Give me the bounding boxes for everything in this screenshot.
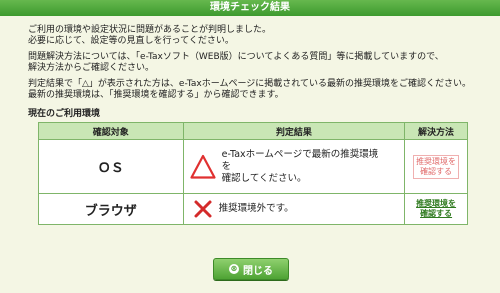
row-result-text-os: e-Taxホームページで最新の推奨環境 を 確認してください。 — [221, 148, 379, 184]
header-solution: 解決方法 — [404, 122, 468, 140]
header-result: 判定結果 — [182, 122, 406, 140]
dialog-title: 環境チェック結果 — [0, 0, 500, 16]
row-result-text-browser: 推奨環境外です。 — [218, 203, 294, 214]
check-recommended-button-os: 推奨環境を 確認する — [413, 154, 460, 179]
row-result-os: e-Taxホームページで最新の推奨環境 を 確認してください。 — [182, 139, 406, 194]
table-header-row: 確認対象 判定結果 解決方法 — [38, 122, 468, 140]
section-heading: 現在のご利用環境 — [28, 109, 101, 119]
message-line-3: 問題解決方法については、「e-Taxソフト（WEB版）についてよくある質問」等に… — [28, 52, 444, 62]
row-target-browser: ブラウザ — [38, 193, 184, 225]
message-line-1: ご利用の環境や設定状況に問題があることが判明しました。 — [28, 25, 272, 35]
close-button-label: 閉じる — [243, 265, 273, 277]
environment-table: 確認対象 判定結果 解決方法 ＯＳ e-Taxホームページで最新の推奨環境 を … — [38, 122, 468, 225]
close-icon: ⊗ — [229, 264, 239, 274]
row-target-os: ＯＳ — [38, 139, 184, 194]
check-recommended-link-browser[interactable]: 推奨環境を 確認する — [416, 199, 456, 218]
message-line-4: 解決方法からご確認ください。 — [28, 63, 155, 73]
close-button[interactable]: ⊗ 閉じる — [213, 258, 289, 280]
header-target: 確認対象 — [38, 122, 184, 140]
warning-triangle-icon — [190, 154, 216, 180]
cross-icon — [193, 199, 213, 219]
dialog-window: 環境チェック結果 ご利用の環境や設定状況に問題があることが判明しました。 必要に… — [0, 0, 500, 293]
row-solution-os: 推奨環境を 確認する — [404, 139, 468, 194]
message-line-2: 必要に応じて、設定等の見直しを行ってください。 — [28, 36, 234, 46]
message-line-6: 最新の推奨環境は、「推奨環境を確認する」から確認できます。 — [28, 90, 284, 100]
message-line-5: 判定結果で「△」が表示された方は、e-Taxホームページに掲載されている最新の推… — [28, 79, 472, 89]
table-row-browser: ブラウザ 推奨環境外です。 推奨環境を 確認する — [38, 193, 468, 225]
row-result-browser: 推奨環境外です。 — [182, 193, 406, 225]
table-row-os: ＯＳ e-Taxホームページで最新の推奨環境 を 確認してください。 推奨環境を… — [38, 139, 468, 194]
row-solution-browser: 推奨環境を 確認する — [404, 193, 468, 225]
